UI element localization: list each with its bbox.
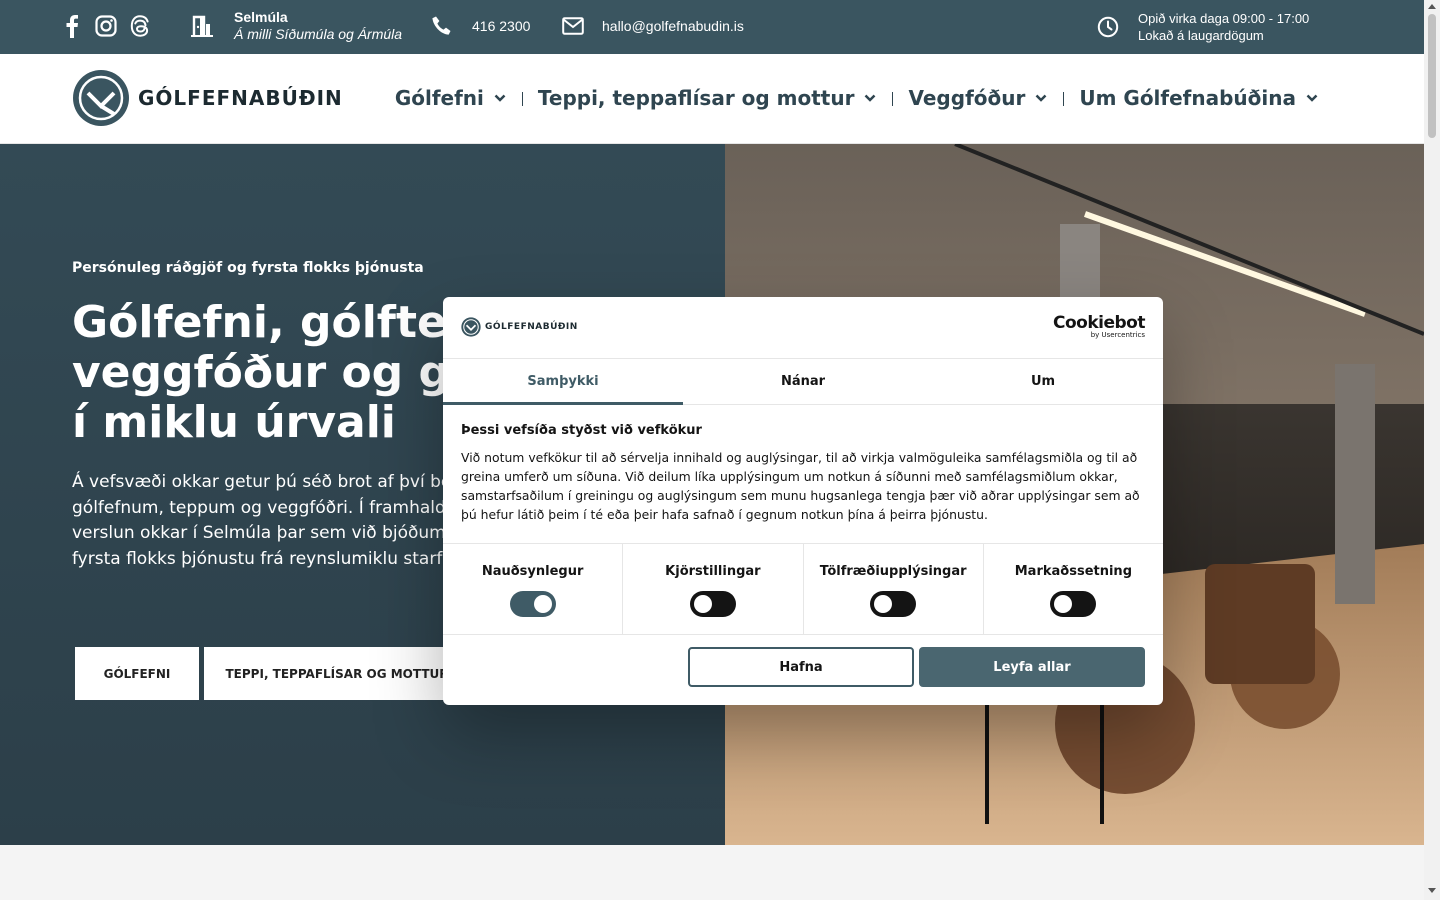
category-preferences: Kjörstillingar <box>623 544 804 634</box>
nav-item-teppi[interactable]: Teppi, teppaflísar og mottur <box>521 86 893 110</box>
tab-nanar[interactable]: Nánar <box>683 359 923 404</box>
necessary-toggle[interactable] <box>509 591 556 617</box>
scroll-up-icon[interactable] <box>1428 4 1436 9</box>
tab-um[interactable]: Um <box>923 359 1163 404</box>
logo-mark-icon <box>461 317 481 337</box>
category-label: Tölfræðiupplýsingar <box>819 564 967 579</box>
nav-label: Gólfefni <box>394 86 484 110</box>
golfefni-button[interactable]: GÓLFEFNI <box>75 647 199 700</box>
hours-saturday: Lokað á laugardögum <box>1138 28 1264 43</box>
site-header: GÓLFEFNABÚÐIN Gólfefni Teppi, teppaflísa… <box>0 54 1424 144</box>
cookie-consent-dialog: GÓLFEFNABÚÐIN Cookiebot by Usercentrics … <box>443 297 1163 705</box>
cookiebot-brand: Cookiebot <box>1053 313 1145 333</box>
chevron-down-icon <box>1306 94 1318 102</box>
scroll-down-icon[interactable] <box>1428 888 1436 893</box>
chevron-down-icon <box>1035 94 1047 102</box>
statistics-toggle[interactable] <box>870 591 917 617</box>
email-address[interactable]: hallo@golfefnabudin.is <box>602 18 744 34</box>
cookie-title: Þessi vefsíða styðst við vefkökur <box>461 423 702 438</box>
cookie-logo-text: GÓLFEFNABÚÐIN <box>485 322 578 332</box>
cookie-dialog-header: GÓLFEFNABÚÐIN Cookiebot by Usercentrics <box>443 297 1163 359</box>
tab-samthykki[interactable]: Samþykki <box>443 359 683 405</box>
category-label: Kjörstillingar <box>665 564 761 579</box>
teppi-button[interactable]: TEPPI, TEPPAFLÍSAR OG MOTTUR <box>204 647 470 700</box>
cookie-body: Þessi vefsíða styðst við vefkökur Við no… <box>461 423 1145 524</box>
main-nav: Gólfefni Teppi, teppaflísar og mottur Ve… <box>379 86 1334 110</box>
phone-icon <box>431 15 453 41</box>
site-logo[interactable]: GÓLFEFNABÚÐIN <box>72 69 343 127</box>
phone-number[interactable]: 416 2300 <box>472 18 530 34</box>
chevron-down-icon <box>494 94 506 102</box>
nav-item-um[interactable]: Um Gólfefnabúðina <box>1063 86 1334 110</box>
threads-icon[interactable] <box>128 12 152 40</box>
next-section <box>0 845 1424 900</box>
store-address: Á milli Síðumúla og Ármúla <box>234 26 403 42</box>
chevron-down-icon <box>865 94 876 102</box>
store-door-icon <box>189 15 215 41</box>
store-info[interactable]: Selmúla Á milli Síðumúla og Ármúla <box>234 9 402 43</box>
logo-text: GÓLFEFNABÚÐIN <box>138 86 343 110</box>
category-necessary: Nauðsynlegur <box>443 544 624 634</box>
nav-label: Veggfóður <box>908 86 1026 110</box>
social-links <box>60 12 152 40</box>
category-statistics: Tölfræðiupplýsingar <box>804 544 984 634</box>
clock-icon <box>1097 16 1119 42</box>
decline-button[interactable]: Hafna <box>688 647 914 687</box>
email-icon <box>562 17 584 39</box>
store-name: Selmúla <box>234 9 288 25</box>
logo-mark-icon <box>73 70 129 126</box>
nav-label: Teppi, teppaflísar og mottur <box>537 86 855 110</box>
facebook-icon[interactable] <box>60 12 84 40</box>
preferences-toggle[interactable] <box>689 591 736 617</box>
cookiebot-logo[interactable]: Cookiebot by Usercentrics <box>1053 313 1145 339</box>
top-bar: Selmúla Á milli Síðumúla og Ármúla 416 2… <box>0 0 1424 54</box>
nav-label: Um Gólfefnabúðina <box>1079 86 1296 110</box>
page-scrollbar[interactable] <box>1424 0 1440 900</box>
allow-all-button[interactable]: Leyfa allar <box>919 647 1145 687</box>
cookie-description: Við notum vefkökur til að sérvelja innih… <box>461 450 1140 522</box>
cookie-tabs: Samþykki Nánar Um <box>443 359 1163 405</box>
category-label: Nauðsynlegur <box>481 564 584 579</box>
hours-weekdays: Opið virka daga 09:00 - 17:00 <box>1138 11 1310 26</box>
nav-item-veggfodur[interactable]: Veggfóður <box>892 86 1063 110</box>
opening-hours: Opið virka daga 09:00 - 17:00 Lokað á la… <box>1138 10 1309 44</box>
hero-kicker: Persónuleg ráðgjöf og fyrsta flokks þjón… <box>72 260 424 276</box>
nav-item-golfefni[interactable]: Gólfefni <box>379 86 522 110</box>
marketing-toggle[interactable] <box>1050 591 1097 617</box>
scroll-thumb[interactable] <box>1428 14 1436 138</box>
cookie-categories: Nauðsynlegur Kjörstillingar Tölfræðiuppl… <box>443 543 1163 635</box>
instagram-icon[interactable] <box>94 12 118 40</box>
cookie-site-logo: GÓLFEFNABÚÐIN <box>461 317 578 337</box>
category-marketing: Markaðssetning <box>984 544 1163 634</box>
category-label: Markaðssetning <box>1014 564 1132 579</box>
